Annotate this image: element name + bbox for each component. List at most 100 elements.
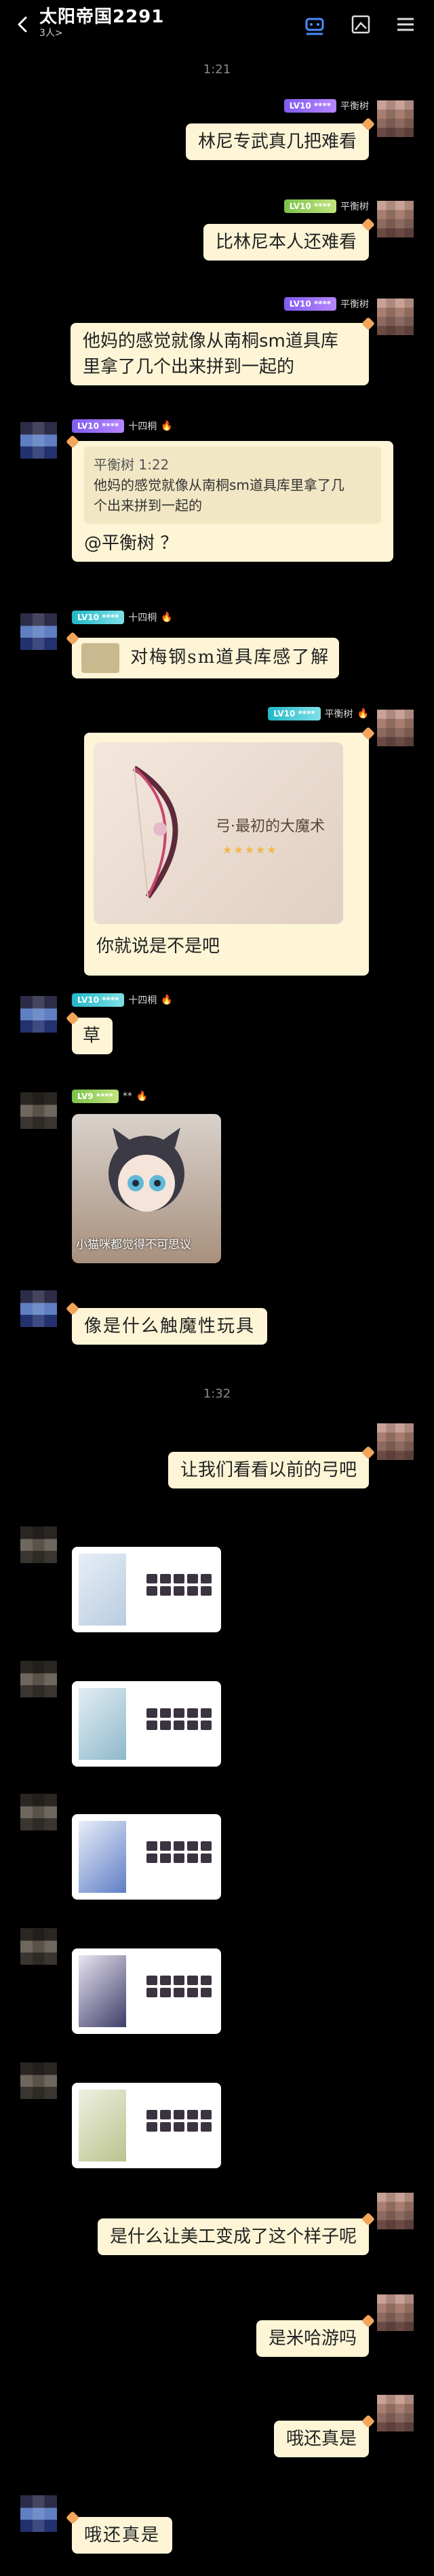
material-grid bbox=[146, 1976, 212, 1997]
bow-icon bbox=[132, 765, 178, 899]
sticker-caption: 小猫咪都觉得不可思议 bbox=[76, 1238, 191, 1252]
image-message[interactable] bbox=[72, 2083, 221, 2168]
quoted-message[interactable]: 平衡树 1:22 他妈的感觉就像从南桐sm道具库里拿了几 个出来拼到一起的 bbox=[84, 446, 381, 524]
message-bubble[interactable]: 哦还真是 bbox=[72, 2517, 173, 2554]
message-bubble[interactable]: 草 bbox=[72, 1018, 113, 1054]
sender-row: LV9 **** ** 🔥 bbox=[72, 1088, 148, 1104]
message-text: 对梅钢sm道具库感了解 bbox=[130, 647, 330, 668]
menu-icon[interactable] bbox=[392, 11, 419, 38]
group-name: 太阳帝国2291 bbox=[39, 7, 165, 27]
sender-row: LV10 **** 十四桐 🔥 bbox=[72, 992, 173, 1008]
material-grid bbox=[146, 1574, 212, 1596]
message-bubble[interactable]: 是什么让美工变成了这个样子呢 bbox=[97, 2218, 369, 2255]
sender-name: 十四桐 bbox=[128, 421, 157, 432]
avatar[interactable] bbox=[20, 1794, 57, 1830]
sender-row: LV10 **** 十四桐 🔥 bbox=[72, 418, 173, 434]
reply-text: @平衡树 ？ bbox=[84, 533, 178, 554]
sender-row: LV10 **** 平衡树 🔥 bbox=[268, 706, 369, 722]
image-bubble[interactable]: 弓·最初的大魔术 ★★★★★ 你就说是不是吧 bbox=[84, 733, 369, 976]
message-bubble[interactable]: 是米哈游吗 bbox=[256, 2320, 369, 2357]
sender-name: 平衡树 bbox=[324, 709, 353, 720]
emoji-sticker bbox=[81, 643, 119, 673]
avatar[interactable] bbox=[377, 100, 414, 137]
sticker-image[interactable]: 小猫咪都觉得不可思议 bbox=[72, 1114, 221, 1263]
image-caption: 你就说是不是吧 bbox=[96, 936, 220, 957]
avatar[interactable] bbox=[20, 2495, 57, 2532]
avatar[interactable] bbox=[20, 2062, 57, 2099]
avatar[interactable] bbox=[377, 201, 414, 237]
fire-icon: 🔥 bbox=[161, 421, 173, 431]
quote-line: 他妈的感觉就像从南桐sm道具库里拿了几 bbox=[94, 477, 344, 493]
sender-name: 平衡树 bbox=[340, 299, 369, 310]
top-bar: 太阳帝国2291 3人> bbox=[0, 0, 434, 52]
bow-thumbnail bbox=[79, 1688, 126, 1760]
robot-icon[interactable] bbox=[301, 11, 328, 38]
message-bubble[interactable]: 对梅钢sm道具库感了解 bbox=[72, 638, 340, 678]
image-message[interactable] bbox=[72, 1948, 221, 2034]
weapon-name: 弓·最初的大魔术 bbox=[216, 818, 325, 835]
avatar[interactable] bbox=[20, 996, 57, 1033]
message-line: 他妈的感觉就像从南桐sm道具库 bbox=[83, 331, 338, 351]
weapon-image[interactable]: 弓·最初的大魔术 ★★★★★ bbox=[94, 742, 343, 924]
timestamp: 1:32 bbox=[203, 1387, 231, 1401]
avatar[interactable] bbox=[377, 2193, 414, 2229]
message-bubble[interactable]: 像是什么触魔性玩具 bbox=[72, 1308, 268, 1345]
rarity-stars: ★★★★★ bbox=[222, 843, 278, 856]
screenshot-icon[interactable] bbox=[347, 11, 374, 38]
material-grid bbox=[146, 1708, 212, 1730]
message-bubble[interactable]: 林尼专武真几把难看 bbox=[185, 123, 369, 160]
message-bubble[interactable]: 他妈的感觉就像从南桐sm道具库 里拿了几个出来拼到一起的 bbox=[71, 323, 369, 385]
avatar[interactable] bbox=[20, 1661, 57, 1697]
message-bubble[interactable]: 比林尼本人还难看 bbox=[203, 224, 369, 261]
message-line: 里拿了几个出来拼到一起的 bbox=[83, 357, 295, 377]
level-badge: LV10 **** bbox=[72, 993, 125, 1007]
avatar[interactable] bbox=[377, 299, 414, 335]
sender-row: LV10 **** 十四桐 🔥 bbox=[72, 609, 173, 626]
material-grid bbox=[146, 1841, 212, 1863]
avatar[interactable] bbox=[20, 1526, 57, 1563]
avatar[interactable] bbox=[377, 2294, 414, 2331]
avatar[interactable] bbox=[20, 1092, 57, 1129]
avatar[interactable] bbox=[20, 422, 57, 459]
bow-thumbnail bbox=[79, 1955, 126, 2027]
avatar[interactable] bbox=[377, 1423, 414, 1460]
chat-title[interactable]: 太阳帝国2291 3人> bbox=[39, 7, 168, 42]
message-bubble[interactable]: 哦还真是 bbox=[273, 2421, 369, 2457]
level-badge: LV10 **** bbox=[283, 297, 336, 311]
back-arrow-icon[interactable] bbox=[9, 11, 37, 38]
timestamp: 1:21 bbox=[203, 62, 231, 77]
avatar[interactable] bbox=[20, 1290, 57, 1327]
sender-name: 平衡树 bbox=[340, 201, 369, 212]
sender-name: 十四桐 bbox=[128, 613, 157, 623]
level-badge: LV9 **** bbox=[72, 1090, 119, 1103]
image-message[interactable] bbox=[72, 1681, 221, 1767]
sender-row: LV10 **** 平衡树 bbox=[283, 98, 369, 114]
image-message[interactable] bbox=[72, 1547, 221, 1632]
image-message[interactable] bbox=[72, 1814, 221, 1900]
sender-name: 十四桐 bbox=[128, 995, 157, 1006]
avatar[interactable] bbox=[377, 2395, 414, 2431]
level-badge: LV10 **** bbox=[72, 611, 125, 624]
avatar[interactable] bbox=[377, 710, 414, 746]
quote-header: 平衡树 1:22 bbox=[94, 457, 170, 473]
fire-icon: 🔥 bbox=[161, 995, 173, 1005]
sender-row: LV10 **** 平衡树 bbox=[283, 198, 369, 214]
cat-girl-illustration bbox=[108, 1128, 184, 1212]
bow-thumbnail bbox=[79, 1821, 126, 1893]
fire-icon: 🔥 bbox=[357, 708, 369, 719]
level-badge: LV10 **** bbox=[268, 707, 321, 720]
bow-thumbnail bbox=[79, 2090, 126, 2161]
avatar[interactable] bbox=[20, 1928, 57, 1965]
sender-name: ** bbox=[122, 1091, 132, 1102]
fire-icon: 🔥 bbox=[136, 1091, 149, 1102]
level-badge: LV10 **** bbox=[72, 419, 125, 433]
avatar[interactable] bbox=[20, 613, 57, 650]
level-badge: LV10 **** bbox=[283, 99, 336, 113]
quote-line: 个出来拼到一起的 bbox=[94, 497, 202, 514]
sender-name: 平衡树 bbox=[340, 101, 369, 112]
reply-bubble[interactable]: 平衡树 1:22 他妈的感觉就像从南桐sm道具库里拿了几 个出来拼到一起的 @平… bbox=[72, 441, 393, 562]
message-bubble[interactable]: 让我们看看以前的弓吧 bbox=[167, 1452, 369, 1488]
material-grid bbox=[146, 2110, 212, 2132]
fire-icon: 🔥 bbox=[161, 612, 173, 623]
sender-row: LV10 **** 平衡树 bbox=[283, 296, 369, 312]
